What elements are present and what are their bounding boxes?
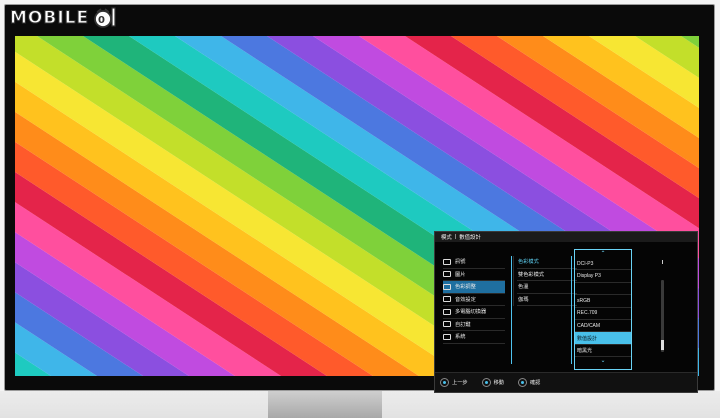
menu-item[interactable]: 色彩調整 [443, 281, 505, 294]
menu-item[interactable]: 訊號 [443, 256, 505, 269]
scrollbar-thumb[interactable] [661, 340, 664, 350]
watermark-text: MOBILE [9, 8, 90, 29]
menu-item[interactable]: 多電腦切換器 [443, 306, 505, 319]
menu-item[interactable]: 圖片 [443, 269, 505, 281]
submenu-item[interactable]: 色彩模式 [517, 256, 577, 269]
picture-icon [443, 271, 451, 278]
scroll-indicator-icon [662, 260, 663, 264]
user-icon [443, 321, 451, 328]
submenu-item[interactable]: 伽瑪 [517, 294, 577, 306]
menu-divider [511, 256, 512, 364]
osd-menu: 模式 | 數值設計 訊號圖片色彩調整音效設定多電腦切換器 自訂鍵系統 色彩模式 雙色… [434, 231, 698, 393]
joystick-move-icon [481, 378, 491, 387]
footer-hint: 移動 [481, 378, 504, 387]
menu-item-label: 訊號 [455, 259, 466, 266]
menu-item-label: 音效設定 [455, 296, 476, 303]
menu-item-label: 多電腦切換器 [455, 309, 487, 316]
menu-item-label: 自訂鍵 [455, 321, 471, 328]
menu-item[interactable]: 音效設定 [443, 294, 505, 306]
joystick-left-icon [440, 378, 449, 387]
osd-main-menu: 訊號圖片色彩調整音效設定多電腦切換器 自訂鍵系統 [443, 256, 505, 344]
multi-screen-icon [443, 308, 451, 315]
system-icon [443, 333, 451, 340]
chevron-down-icon[interactable]: ⌄ [575, 357, 631, 365]
monitor-stand [268, 391, 382, 418]
breadcrumb-current[interactable]: 數值設計 [459, 233, 481, 241]
breadcrumb-mode[interactable]: 模式 [441, 233, 452, 241]
joystick-press-icon [517, 378, 527, 387]
watermark: MOBILE 0 [9, 6, 118, 30]
menu-item-label: 系統 [455, 334, 466, 341]
osd-options-list: ⌃ DCI-P3 Display P3 sRGB REC.709 CAD/CAM 數值設計… [574, 249, 632, 370]
chevron-up-icon[interactable]: ⌃ [575, 250, 631, 258]
osd-submenu: 色彩模式 雙色彩模式 色溫 伽瑪 [513, 256, 577, 306]
input-icon [443, 258, 451, 265]
option-item[interactable]: Display P3 [575, 270, 631, 283]
footer-hint: 上一步 [440, 378, 468, 387]
option-item[interactable]: REC.709 [575, 308, 631, 320]
option-item[interactable]: 暗黑光 [575, 345, 631, 358]
option-item[interactable]: DCI-P3 [575, 258, 631, 271]
scrollbar[interactable] [661, 280, 664, 352]
option-item[interactable]: CAD/CAM [575, 320, 631, 333]
footer-hint: 確認 [517, 378, 541, 387]
footer-hint-label: 確認 [529, 380, 541, 386]
mobile01-logo-icon: 0 [94, 7, 116, 28]
submenu-item[interactable]: 色溫 [517, 281, 577, 294]
menu-item[interactable]: 自訂鍵 [443, 319, 505, 331]
option-item[interactable]: 數值設計 [575, 332, 631, 345]
audio-icon [443, 296, 451, 303]
svg-text:0: 0 [98, 15, 105, 26]
menu-item-label: 圖片 [455, 271, 466, 278]
option-item [575, 283, 631, 296]
menu-item[interactable]: 系統 [443, 331, 505, 344]
footer-hint-label: 移動 [493, 380, 504, 386]
breadcrumb-separator: | [454, 234, 457, 240]
option-item[interactable]: sRGB [575, 295, 631, 308]
color-icon [443, 283, 451, 290]
osd-breadcrumb: 模式 | 數值設計 [435, 232, 697, 242]
footer-hint-label: 上一步 [452, 380, 468, 386]
submenu-item[interactable]: 雙色彩模式 [517, 269, 577, 281]
osd-footer: 上一步 移動 確認 [435, 372, 697, 392]
menu-item-label: 色彩調整 [455, 284, 476, 291]
submenu-divider [571, 256, 572, 364]
